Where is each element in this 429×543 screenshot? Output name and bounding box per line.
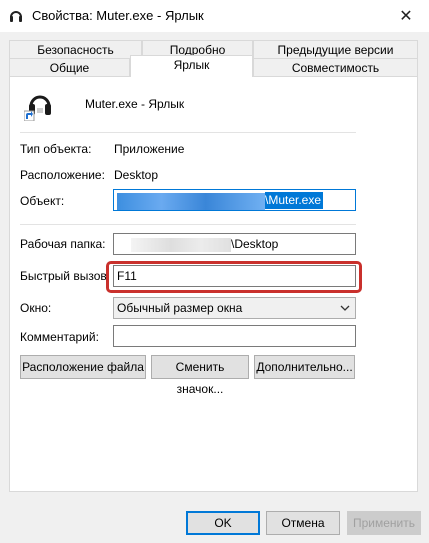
type-value: Приложение bbox=[114, 142, 185, 156]
change-icon-button[interactable]: Сменить значок... bbox=[151, 355, 249, 396]
comment-input[interactable] bbox=[113, 325, 356, 347]
comment-label: Комментарий: bbox=[20, 330, 99, 344]
separator bbox=[20, 224, 356, 225]
tab-security[interactable]: Безопасность bbox=[9, 40, 142, 60]
target-input[interactable]: \Muter.exe bbox=[113, 189, 356, 211]
close-icon: ✕ bbox=[399, 8, 413, 25]
target-value: \Muter.exe bbox=[265, 192, 324, 209]
window-label: Окно: bbox=[20, 301, 52, 315]
headphones-icon bbox=[10, 11, 22, 22]
start-in-path-redacted bbox=[131, 237, 231, 252]
cancel-button[interactable]: Отмена bbox=[266, 511, 340, 535]
shortcut-name: Muter.exe - Ярлык bbox=[85, 97, 185, 111]
separator bbox=[20, 132, 356, 133]
chevron-down-icon bbox=[340, 305, 350, 311]
ok-button[interactable]: OK bbox=[186, 511, 260, 535]
advanced-button[interactable]: Дополнительно... bbox=[254, 355, 355, 379]
target-label: Объект: bbox=[20, 194, 65, 208]
close-button[interactable]: ✕ bbox=[383, 0, 429, 32]
hotkey-label: Быстрый вызов: bbox=[20, 269, 111, 283]
hotkey-highlight bbox=[106, 261, 362, 293]
target-path-redacted bbox=[117, 192, 265, 210]
tab-compatibility[interactable]: Совместимость bbox=[253, 58, 418, 77]
location-label: Расположение: bbox=[20, 168, 105, 182]
window-title: Свойства: Muter.exe - Ярлык bbox=[32, 8, 204, 23]
window-select[interactable]: Обычный размер окна bbox=[113, 297, 356, 319]
start-in-value: \Desktop bbox=[231, 237, 279, 251]
location-value: Desktop bbox=[114, 168, 159, 182]
shortcut-app-icon bbox=[24, 95, 51, 121]
title-bar: Свойства: Muter.exe - Ярлык ✕ bbox=[0, 0, 429, 32]
type-label: Тип объекта: bbox=[20, 142, 92, 156]
open-file-location-button[interactable]: Расположение файла bbox=[20, 355, 146, 379]
start-in-label: Рабочая папка: bbox=[20, 237, 106, 251]
apply-button[interactable]: Применить bbox=[347, 511, 421, 535]
tab-shortcut[interactable]: Ярлык bbox=[130, 55, 253, 77]
tab-general[interactable]: Общие bbox=[9, 58, 130, 77]
tab-previous-versions[interactable]: Предыдущие версии bbox=[253, 40, 418, 60]
start-in-input[interactable]: \Desktop bbox=[113, 233, 356, 255]
